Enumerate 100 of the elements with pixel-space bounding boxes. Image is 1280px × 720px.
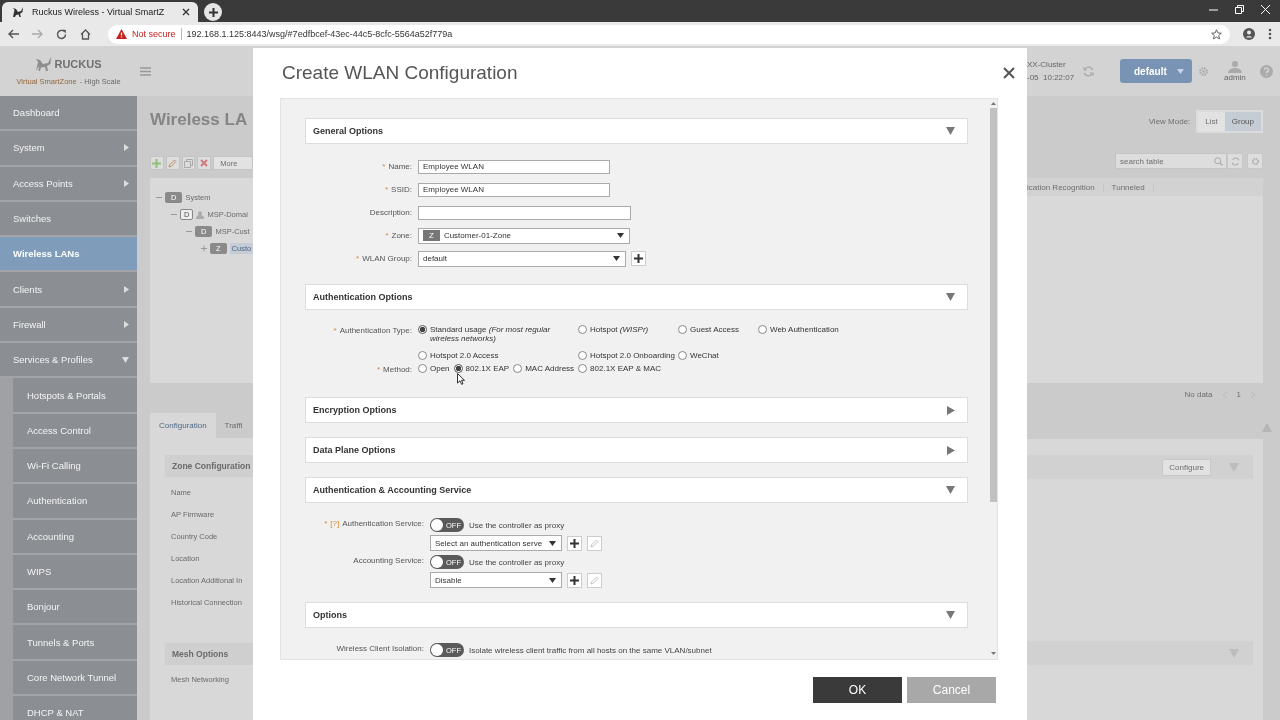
field-label: Name:: [388, 162, 412, 171]
collapse-icon[interactable]: [171, 211, 177, 218]
back-arrow-icon[interactable]: [8, 29, 19, 39]
more-menu-icon[interactable]: [1268, 28, 1272, 40]
new-tab-button[interactable]: [204, 3, 222, 21]
radio-button[interactable]: [418, 351, 427, 360]
section-header[interactable]: Options: [305, 602, 968, 628]
refresh-icon[interactable]: [1083, 65, 1094, 77]
sidebar-subitem[interactable]: Authentication: [13, 484, 137, 520]
sidebar-subitem[interactable]: Tunnels & Ports: [13, 625, 137, 661]
sidebar-subitem[interactable]: Hotspots & Portals: [13, 378, 137, 414]
user-name[interactable]: admin: [1224, 72, 1246, 82]
section-header[interactable]: Encryption Options: [305, 397, 968, 423]
sidebar-item[interactable]: Switches: [0, 201, 137, 238]
radio-button[interactable]: [578, 325, 587, 334]
sidebar-item[interactable]: System: [0, 131, 137, 167]
browser-tab[interactable]: Ruckus Wireless - Virtual SmartZ: [2, 2, 198, 22]
select-field[interactable]: Disable: [430, 572, 562, 588]
warning-icon: [116, 29, 127, 39]
tab[interactable]: Configuration: [150, 413, 216, 438]
caret-icon: [1177, 68, 1184, 74]
timestamp: -05 10:22:07: [1027, 72, 1076, 84]
add-button[interactable]: [567, 572, 582, 588]
sidebar-item[interactable]: Clients: [0, 272, 137, 308]
restore-icon[interactable]: [1235, 5, 1244, 14]
star-icon[interactable]: [1211, 28, 1222, 40]
expand-icon[interactable]: [201, 245, 207, 252]
close-icon[interactable]: [182, 8, 190, 16]
option-label: 802.1X EAP: [465, 364, 510, 373]
collapse-icon[interactable]: [186, 228, 192, 235]
account-icon[interactable]: [1243, 28, 1255, 40]
required-mark: *: [385, 231, 389, 240]
radio-button[interactable]: [678, 351, 687, 360]
sidebar-item[interactable]: Firewall: [0, 307, 137, 344]
field-label: Zone:: [391, 231, 412, 240]
select-field[interactable]: Select an authentication serve: [430, 535, 562, 551]
page-number: 1: [1236, 390, 1241, 399]
reload-icon[interactable]: [56, 28, 67, 40]
radio-button[interactable]: [578, 364, 588, 373]
select-field[interactable]: default: [418, 250, 626, 267]
section-header[interactable]: Authentication & Accounting Service: [305, 477, 968, 503]
menu-icon[interactable]: [140, 66, 151, 76]
edit-button[interactable]: [165, 156, 180, 170]
refresh-button[interactable]: [1227, 153, 1243, 169]
clone-button[interactable]: [181, 156, 196, 170]
sidebar-item[interactable]: Services & Profiles: [0, 343, 137, 379]
option-label: WeChat: [690, 351, 719, 360]
option-label: Web Authentication: [770, 325, 839, 334]
sidebar-item[interactable]: Wireless LANs: [0, 237, 137, 273]
user-icon[interactable]: [1226, 60, 1243, 73]
radio-button[interactable]: [678, 325, 687, 334]
radio-button[interactable]: [758, 325, 767, 334]
panel-header: Zone Configuration: [165, 455, 253, 477]
cancel-button[interactable]: Cancel: [907, 677, 996, 703]
empty-table-text: No data: [1184, 390, 1213, 399]
copy-icon: [184, 158, 194, 168]
view-mode-option[interactable]: Group: [1224, 112, 1261, 131]
toggle-description: Use the controller as proxy: [469, 557, 565, 567]
settings-button[interactable]: [1247, 153, 1263, 169]
text-field[interactable]: Employee WLAN: [418, 159, 610, 174]
text-field[interactable]: Employee WLAN: [418, 182, 610, 197]
settings-icon[interactable]: [1198, 65, 1209, 77]
section-header[interactable]: General Options: [305, 118, 968, 144]
sidebar-item[interactable]: Dashboard: [0, 96, 137, 132]
sidebar-subitem[interactable]: Bonjour: [13, 590, 137, 626]
scroll-up-icon[interactable]: [990, 102, 996, 105]
help-icon[interactable]: [1259, 64, 1273, 78]
sidebar-subitem[interactable]: Access Control: [13, 413, 137, 449]
home-icon[interactable]: [80, 28, 91, 40]
sidebar-subitem[interactable]: Accounting: [13, 519, 137, 555]
caret-icon: [549, 577, 556, 583]
view-mode-option[interactable]: List: [1198, 112, 1225, 131]
caret-icon: [617, 233, 624, 238]
add-button[interactable]: [631, 251, 646, 266]
domain-dropdown[interactable]: default: [1120, 59, 1192, 83]
sidebar-subitem[interactable]: Core Network Tunnel: [13, 660, 137, 697]
sidebar-subitem[interactable]: Wi-Fi Calling: [13, 448, 137, 485]
forward-arrow-icon[interactable]: [32, 29, 43, 39]
sidebar-subitem[interactable]: WIPS: [13, 554, 137, 591]
sidebar-subitem[interactable]: DHCP & NAT: [13, 696, 137, 720]
delete-button[interactable]: [197, 156, 212, 170]
configure-button[interactable]: Configure: [1162, 458, 1211, 476]
address-bar[interactable]: Not secure 192.168.1.125:8443/wsg/#7edfbcef-43ec-44c5-8cfc-5564a52f779a: [108, 24, 1230, 44]
select-field[interactable]: Z Customer-01-Zone: [418, 227, 630, 244]
section-header[interactable]: Data Plane Options: [305, 437, 968, 463]
search-field[interactable]: search table: [1115, 153, 1227, 169]
radio-button[interactable]: [453, 364, 463, 373]
radio-button[interactable]: [513, 364, 523, 373]
ok-button[interactable]: OK: [813, 677, 902, 703]
text-field[interactable]: [418, 205, 631, 220]
section-header[interactable]: Authentication Options: [305, 284, 968, 310]
help-link[interactable]: [?]: [330, 519, 340, 528]
sidebar-item[interactable]: Access Points: [0, 166, 137, 202]
scroll-down-icon[interactable]: [990, 652, 996, 655]
collapse-icon[interactable]: [156, 194, 162, 201]
close-icon[interactable]: [1003, 67, 1015, 79]
radio-button[interactable]: [418, 325, 427, 334]
radio-button[interactable]: [578, 351, 587, 360]
radio-button[interactable]: [418, 364, 427, 373]
add-button[interactable]: [567, 535, 582, 551]
